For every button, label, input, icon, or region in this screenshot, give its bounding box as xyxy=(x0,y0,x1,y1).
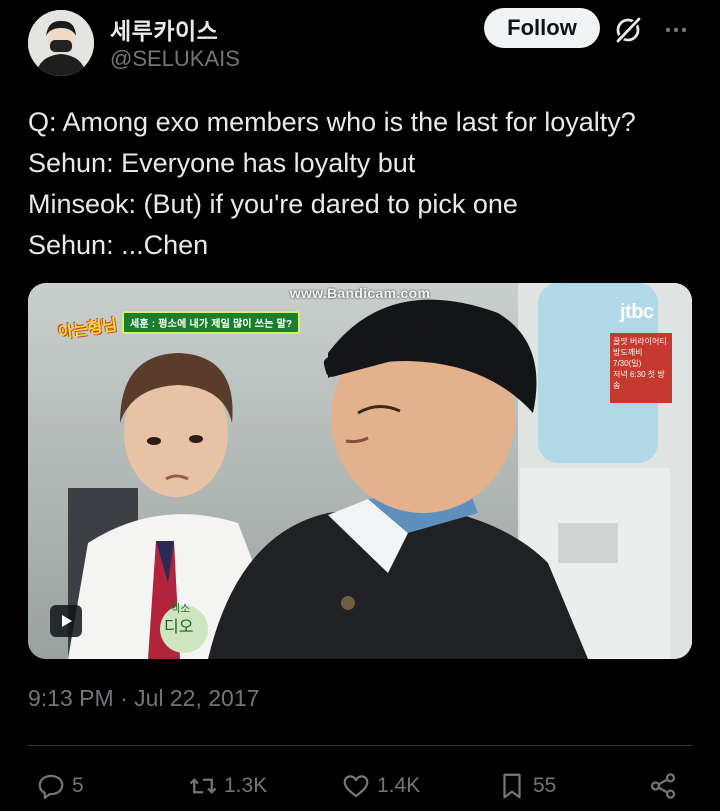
tweet-text: Q: Among exo members who is the last for… xyxy=(28,102,698,266)
promo-line: 방도깨비 xyxy=(613,348,643,357)
play-icon xyxy=(62,615,72,627)
share-button[interactable] xyxy=(648,768,684,804)
repost-icon xyxy=(189,778,217,794)
promo-line: 7/30(일) xyxy=(613,359,642,368)
tweet-line: Sehun: Everyone has loyalty but xyxy=(28,148,416,178)
repost-count: 1.3K xyxy=(224,774,268,797)
more-options-icon[interactable] xyxy=(660,14,692,46)
promo-line: 저녁 6:30 첫 방송 xyxy=(613,370,665,390)
promo-line: 꿀맛 버라이어티 xyxy=(613,337,667,346)
avatar[interactable] xyxy=(28,10,94,76)
share-icon xyxy=(650,773,676,799)
reply-count: 5 xyxy=(72,774,84,797)
follow-button[interactable]: Follow xyxy=(484,8,600,48)
tweet-line: Q: Among exo members who is the last for… xyxy=(28,107,636,137)
bookmark-button[interactable]: 55 xyxy=(497,768,556,804)
tweet-timestamp[interactable]: 9:13 PM · Jul 22, 2017 xyxy=(28,685,259,712)
bookmark-count: 55 xyxy=(533,774,557,797)
avatar-image xyxy=(28,10,94,76)
reply-button[interactable]: 5 xyxy=(36,768,84,804)
name-tag-name: 디오 xyxy=(164,619,194,636)
broadcaster-logo: jtbc xyxy=(620,301,654,323)
video-frame xyxy=(28,283,692,659)
tweet-line: Sehun: ...Chen xyxy=(28,230,209,260)
reply-icon xyxy=(38,774,64,799)
author-display-name[interactable]: 세루카이스 xyxy=(110,12,218,46)
like-count: 1.4K xyxy=(377,774,421,797)
author-handle[interactable]: @SELUKAIS xyxy=(110,46,240,72)
tweet-video[interactable]: www.Bandicam.com 아는형님 세훈 : 평소에 내가 제일 많이 … xyxy=(28,283,692,659)
video-watermark: www.Bandicam.com xyxy=(289,285,431,301)
repost-button[interactable]: 1.3K xyxy=(188,768,267,804)
play-button[interactable] xyxy=(50,605,82,637)
bookmark-icon xyxy=(503,773,521,799)
promo-panel: 꿀맛 버라이어티 방도깨비 7/30(일) 저녁 6:30 첫 방송 xyxy=(610,333,672,403)
divider xyxy=(28,745,692,746)
video-caption: 세훈 : 평소에 내가 제일 많이 쓰는 말? xyxy=(122,311,301,334)
tweet-line: Minseok: (But) if you're dared to pick o… xyxy=(28,189,518,219)
grok-icon[interactable] xyxy=(612,14,644,46)
heart-icon xyxy=(343,775,369,798)
like-button[interactable]: 1.4K xyxy=(341,768,420,804)
